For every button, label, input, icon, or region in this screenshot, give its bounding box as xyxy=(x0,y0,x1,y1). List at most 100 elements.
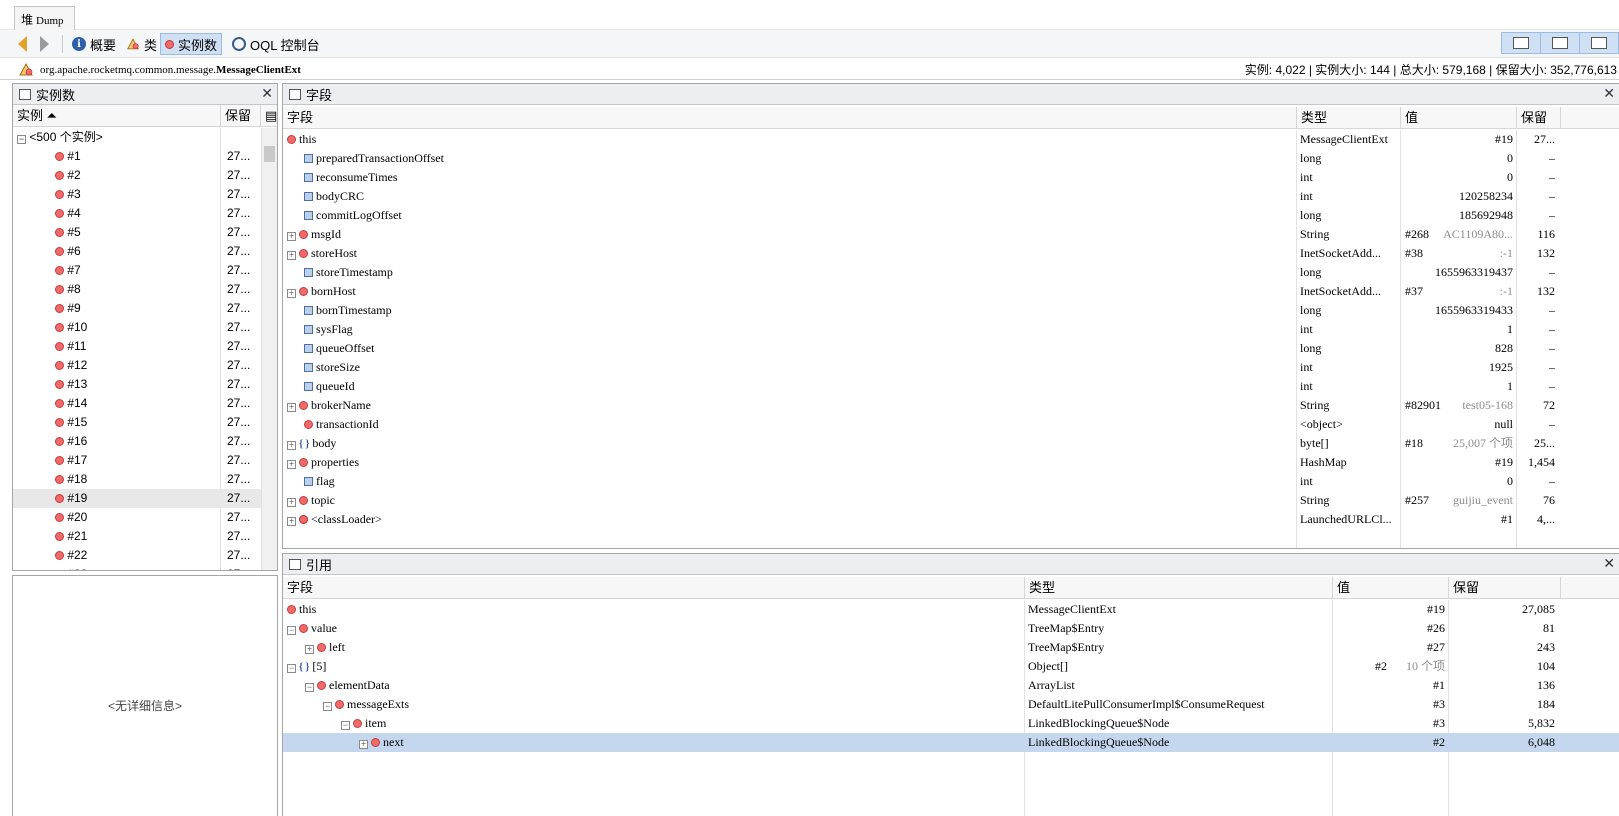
field-row[interactable]: + <classLoader> LaunchedURLCl... #1 4,... xyxy=(283,510,1619,529)
field-row[interactable]: + properties HashMap #19 1,454 xyxy=(283,453,1619,472)
back-button[interactable] xyxy=(14,33,31,55)
col-retained[interactable]: 保留 xyxy=(221,105,261,127)
expand-icon[interactable]: + xyxy=(287,441,296,450)
field-row[interactable]: + brokerName String #82901 test05-168 72 xyxy=(283,396,1619,415)
instance-row[interactable]: #3 27... xyxy=(13,185,261,204)
collapse-icon[interactable]: − xyxy=(287,626,296,635)
field-row[interactable]: flag int 0 – xyxy=(283,472,1619,491)
reference-row[interactable]: − elementData ArrayList #1 136 xyxy=(283,676,1619,695)
col-instance[interactable]: 实例 ⏶ xyxy=(13,105,221,127)
instance-row[interactable]: #8 27... xyxy=(13,280,261,299)
instance-row[interactable]: #9 27... xyxy=(13,299,261,318)
expand-icon[interactable]: + xyxy=(287,251,296,260)
field-type: String xyxy=(1300,398,1330,412)
instances-scrollbar[interactable] xyxy=(261,128,277,570)
close-icon[interactable]: ✕ xyxy=(1603,85,1615,102)
field-row[interactable]: storeTimestamp long 1655963319437 – xyxy=(283,263,1619,282)
col-field[interactable]: 字段 xyxy=(283,107,1297,129)
instance-row[interactable]: #15 27... xyxy=(13,413,261,432)
collapse-icon[interactable]: − xyxy=(305,683,314,692)
expand-icon[interactable]: + xyxy=(287,403,296,412)
expand-icon[interactable]: + xyxy=(305,645,314,654)
collapse-icon[interactable]: − xyxy=(17,135,26,144)
instance-row[interactable]: #2 27... xyxy=(13,166,261,185)
field-row[interactable]: this MessageClientExt #19 27... xyxy=(283,130,1619,149)
expand-icon[interactable]: + xyxy=(287,498,296,507)
col-retained[interactable]: 保留 xyxy=(1449,577,1561,599)
instance-row[interactable]: #7 27... xyxy=(13,261,261,280)
oql-console-button[interactable]: OQL 控制台 xyxy=(228,33,324,55)
reference-row[interactable]: − messageExts DefaultLitePullConsumerImpl… xyxy=(283,695,1619,714)
instance-row[interactable]: #17 27... xyxy=(13,451,261,470)
col-value[interactable]: 值 xyxy=(1401,107,1517,129)
field-row[interactable]: bornTimestamp long 1655963319433 – xyxy=(283,301,1619,320)
reference-name: elementData xyxy=(326,678,390,692)
forward-button[interactable] xyxy=(36,33,53,55)
col-value[interactable]: 值 xyxy=(1333,577,1449,599)
field-row[interactable]: + bornHost InetSocketAdd... #37:-1 132 xyxy=(283,282,1619,301)
view-instances-button[interactable] xyxy=(1501,32,1541,54)
expand-icon[interactable]: + xyxy=(287,232,296,241)
collapse-icon[interactable]: − xyxy=(287,664,296,673)
instance-row[interactable]: #22 27... xyxy=(13,546,261,565)
instance-row[interactable]: #14 27... xyxy=(13,394,261,413)
instance-row[interactable]: #23 27... xyxy=(13,565,261,570)
close-icon[interactable]: ✕ xyxy=(261,85,273,102)
close-icon[interactable]: ✕ xyxy=(1603,555,1615,572)
view-references-button[interactable] xyxy=(1579,32,1619,54)
field-row[interactable]: transactionId <object> null – xyxy=(283,415,1619,434)
reference-row[interactable]: this MessageClientExt #19 27,085 xyxy=(283,600,1619,619)
classes-button[interactable]: 类 xyxy=(122,33,161,55)
scroll-thumb[interactable] xyxy=(264,146,275,162)
field-value: 1655963319433 xyxy=(1435,303,1513,317)
instance-row[interactable]: #21 27... xyxy=(13,527,261,546)
instance-row[interactable]: #13 27... xyxy=(13,375,261,394)
instances-root-row[interactable]: − <500 个实例> xyxy=(13,128,261,147)
field-row[interactable]: reconsumeTimes int 0 – xyxy=(283,168,1619,187)
expand-icon[interactable]: + xyxy=(359,740,368,749)
instance-row[interactable]: #10 27... xyxy=(13,318,261,337)
reference-row[interactable]: − { } [5] Object[] #2 10 个项 104 xyxy=(283,657,1619,676)
field-row[interactable]: queueOffset long 828 – xyxy=(283,339,1619,358)
expand-icon[interactable]: + xyxy=(287,517,296,526)
reference-row[interactable]: + next LinkedBlockingQueue$Node #2 6,048 xyxy=(283,733,1619,752)
collapse-icon[interactable]: − xyxy=(323,702,332,711)
field-row[interactable]: preparedTransactionOffset long 0 – xyxy=(283,149,1619,168)
reference-row[interactable]: − item LinkedBlockingQueue$Node #3 5,832 xyxy=(283,714,1619,733)
col-retained[interactable]: 保留 xyxy=(1517,107,1561,129)
instance-row[interactable]: #11 27... xyxy=(13,337,261,356)
instance-row[interactable]: #6 27... xyxy=(13,242,261,261)
field-row[interactable]: + { } body byte[] #18 25,007 个项 25... xyxy=(283,434,1619,453)
tab-heap-dump[interactable]: 堆 Dump xyxy=(14,6,75,30)
instance-row[interactable]: #12 27... xyxy=(13,356,261,375)
col-type[interactable]: 类型 xyxy=(1025,577,1333,599)
field-row[interactable]: sysFlag int 1 – xyxy=(283,320,1619,339)
instance-row[interactable]: #1 27... xyxy=(13,147,261,166)
instance-row[interactable]: #5 27... xyxy=(13,223,261,242)
field-row[interactable]: + storeHost InetSocketAdd... #38:-1 132 xyxy=(283,244,1619,263)
field-row[interactable]: commitLogOffset long 185692948 – xyxy=(283,206,1619,225)
field-row[interactable]: + topic String #257 guijiu_event 76 xyxy=(283,491,1619,510)
field-row[interactable]: storeSize int 1925 – xyxy=(283,358,1619,377)
field-row[interactable]: + msgId String #268 AC1109A80... 116 xyxy=(283,225,1619,244)
col-type[interactable]: 类型 xyxy=(1297,107,1401,129)
field-row[interactable]: queueId int 1 – xyxy=(283,377,1619,396)
expand-icon[interactable]: + xyxy=(287,460,296,469)
instance-row[interactable]: #16 27... xyxy=(13,432,261,451)
reference-row[interactable]: + left TreeMap$Entry #27 243 xyxy=(283,638,1619,657)
collapse-icon[interactable]: − xyxy=(341,721,350,730)
instance-row[interactable]: #4 27... xyxy=(13,204,261,223)
view-fields-button[interactable] xyxy=(1540,32,1580,54)
reference-row[interactable]: − value TreeMap$Entry #26 81 xyxy=(283,619,1619,638)
instance-row[interactable]: #18 27... xyxy=(13,470,261,489)
instance-retained: 27... xyxy=(227,491,251,505)
field-retained: 132 xyxy=(1537,246,1555,260)
summary-button[interactable]: i 概要 xyxy=(68,33,120,55)
instances-button[interactable]: 实例数 xyxy=(160,33,223,55)
field-row[interactable]: bodyCRC int 120258234 – xyxy=(283,187,1619,206)
instance-row[interactable]: #19 27... xyxy=(13,489,261,508)
instance-row[interactable]: #20 27... xyxy=(13,508,261,527)
expand-icon[interactable]: + xyxy=(287,289,296,298)
column-chooser-icon[interactable]: ▤ xyxy=(261,105,277,127)
col-field[interactable]: 字段 xyxy=(283,577,1025,599)
